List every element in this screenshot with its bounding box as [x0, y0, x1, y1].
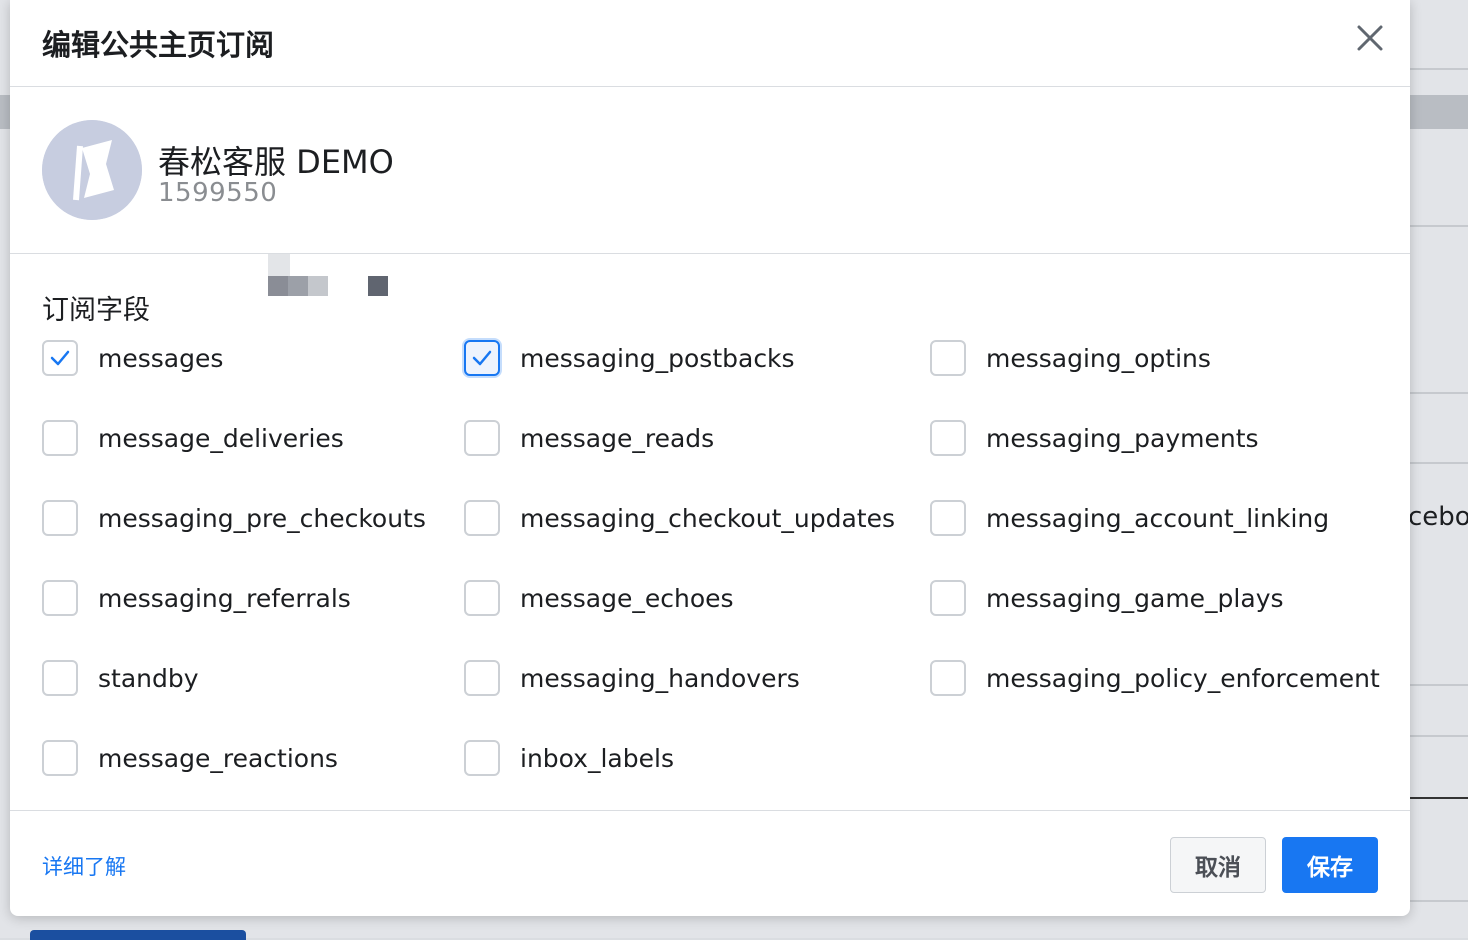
checkbox[interactable]: [930, 580, 966, 616]
checkbox-item-messaging-handovers[interactable]: messaging_handovers: [464, 658, 800, 698]
section-label: 订阅字段: [42, 295, 150, 326]
background-text: cebo: [1408, 502, 1468, 532]
checkbox[interactable]: [464, 740, 500, 776]
checkbox-label: messaging_referrals: [98, 583, 351, 613]
checkbox-item-message-reactions[interactable]: message_reactions: [42, 738, 338, 778]
checkbox-item-message-echoes[interactable]: message_echoes: [464, 578, 734, 618]
learn-more-link[interactable]: 详细了解: [42, 851, 126, 881]
checkbox-item-standby[interactable]: standby: [42, 658, 199, 698]
edit-page-subscription-dialog: 编辑公共主页订阅 春松客服 DEMO 1599550 订阅字段 messages…: [10, 0, 1410, 916]
checkbox-item-messaging-optins[interactable]: messaging_optins: [930, 338, 1211, 378]
close-icon[interactable]: [1354, 22, 1386, 54]
background-button: [30, 930, 246, 940]
page-name: 春松客服 DEMO: [158, 143, 394, 181]
checkbox-label: messaging_optins: [986, 343, 1211, 373]
checkbox-label: messaging_checkout_updates: [520, 503, 895, 533]
checkbox[interactable]: [464, 340, 500, 376]
checkbox[interactable]: [930, 500, 966, 536]
background-divider: [1410, 797, 1468, 799]
checkbox-item-messaging-game-plays[interactable]: messaging_game_plays: [930, 578, 1284, 618]
checkbox-label: messaging_postbacks: [520, 343, 795, 373]
save-button[interactable]: 保存: [1282, 837, 1378, 893]
checkbox[interactable]: [42, 340, 78, 376]
checkbox-label: message_reads: [520, 423, 715, 453]
checkbox-item-messaging-referrals[interactable]: messaging_referrals: [42, 578, 351, 618]
checkbox[interactable]: [464, 500, 500, 536]
background-divider: [1410, 225, 1468, 227]
checkbox[interactable]: [930, 340, 966, 376]
background-divider: [1410, 900, 1468, 902]
checkbox[interactable]: [464, 660, 500, 696]
cancel-button[interactable]: 取消: [1170, 837, 1266, 893]
background-divider: [1410, 392, 1468, 394]
check-icon: [50, 350, 70, 366]
checkbox-label: messaging_policy_enforcement: [986, 663, 1380, 693]
background-divider: [1410, 68, 1468, 70]
subscription-fields: 订阅字段 messages messaging_postbacks messagin…: [10, 254, 1410, 811]
checkbox-item-messaging-account-linking[interactable]: messaging_account_linking: [930, 498, 1329, 538]
checkbox[interactable]: [42, 500, 78, 536]
background-divider: [1410, 462, 1468, 464]
background-divider: [1410, 735, 1468, 737]
checkbox[interactable]: [42, 580, 78, 616]
checkbox-item-messaging-checkout-updates[interactable]: messaging_checkout_updates: [464, 498, 895, 538]
checkbox[interactable]: [464, 420, 500, 456]
check-icon: [472, 350, 492, 366]
checkbox-label: messaging_pre_checkouts: [98, 503, 426, 533]
checkbox-item-messaging-policy-enforcement[interactable]: messaging_policy_enforcement: [930, 658, 1380, 698]
checkbox-label: messaging_game_plays: [986, 583, 1284, 613]
background-divider: [1410, 684, 1468, 686]
checkbox-label: messaging_payments: [986, 423, 1259, 453]
dialog-footer: 详细了解 取消 保存: [10, 811, 1410, 917]
checkbox-label: message_reactions: [98, 743, 338, 773]
checkbox-label: message_echoes: [520, 583, 734, 613]
dialog-title: 编辑公共主页订阅: [42, 28, 275, 62]
checkbox[interactable]: [42, 420, 78, 456]
checkbox-label: message_deliveries: [98, 423, 344, 453]
checkbox-item-message-deliveries[interactable]: message_deliveries: [42, 418, 344, 458]
page-info: 春松客服 DEMO 1599550: [10, 87, 1410, 296]
page-id: 1599550: [158, 178, 278, 208]
dialog-header: 编辑公共主页订阅: [10, 0, 1410, 87]
checkbox[interactable]: [930, 660, 966, 696]
checkbox-item-inbox-labels[interactable]: inbox_labels: [464, 738, 674, 778]
avatar: [42, 120, 142, 220]
checkbox[interactable]: [464, 580, 500, 616]
checkbox[interactable]: [930, 420, 966, 456]
checkbox-label: messaging_handovers: [520, 663, 800, 693]
checkbox-item-messaging-postbacks[interactable]: messaging_postbacks: [464, 338, 795, 378]
checkbox-item-messaging-payments[interactable]: messaging_payments: [930, 418, 1259, 458]
checkbox-label: standby: [98, 663, 199, 693]
checkbox-label: inbox_labels: [520, 743, 674, 773]
checkbox[interactable]: [42, 740, 78, 776]
checkbox[interactable]: [42, 660, 78, 696]
checkbox-item-message-reads[interactable]: message_reads: [464, 418, 714, 458]
checkbox-item-messages[interactable]: messages: [42, 338, 223, 378]
checkbox-label: messaging_account_linking: [986, 503, 1330, 533]
checkbox-item-messaging-pre-checkouts[interactable]: messaging_pre_checkouts: [42, 498, 426, 538]
checkbox-label: messages: [98, 343, 224, 373]
flag-icon: [42, 120, 142, 220]
